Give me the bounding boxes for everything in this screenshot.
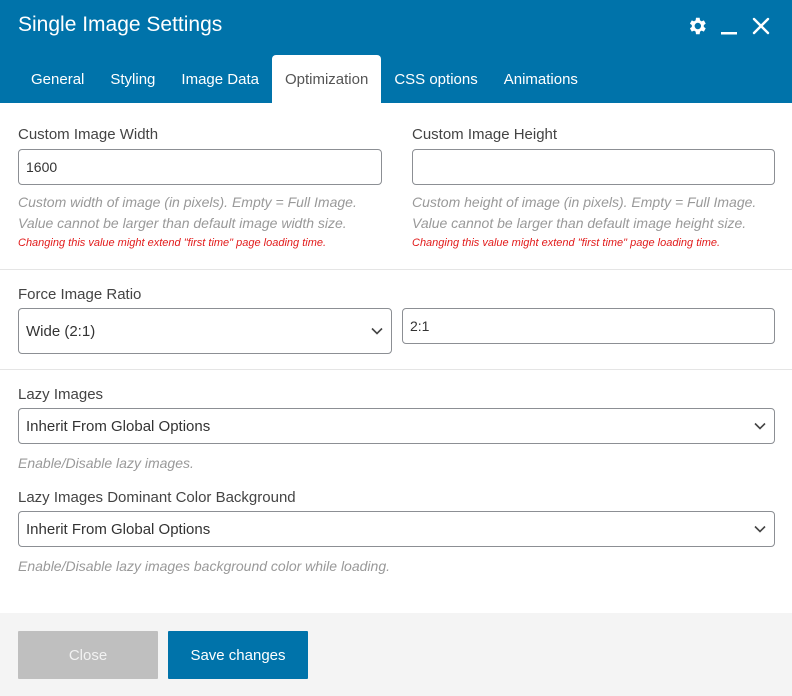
- modal-footer: Close Save changes: [0, 613, 792, 696]
- custom-height-label: Custom Image Height: [412, 126, 558, 143]
- custom-height-warning: Changing this value might extend "first …: [412, 237, 721, 249]
- tab-css-options[interactable]: CSS options: [381, 55, 490, 103]
- force-ratio-label: Force Image Ratio: [18, 286, 142, 303]
- tab-animations[interactable]: Animations: [491, 55, 591, 103]
- chevron-down-icon: [753, 419, 767, 433]
- section-divider: [0, 269, 792, 270]
- chevron-down-icon: [370, 324, 384, 338]
- modal-header: Single Image Settings General Styling Im…: [0, 0, 792, 103]
- custom-width-help-2: Value cannot be larger than default imag…: [18, 215, 347, 231]
- section-divider: [0, 369, 792, 370]
- tab-bar: General Styling Image Data Optimization …: [18, 55, 591, 103]
- chevron-down-icon: [753, 522, 767, 536]
- force-ratio-selected: Wide (2:1): [26, 322, 96, 340]
- tab-general[interactable]: General: [18, 55, 97, 103]
- save-changes-button[interactable]: Save changes: [168, 631, 308, 679]
- lazy-images-label: Lazy Images: [18, 386, 104, 403]
- gear-icon[interactable]: [686, 15, 708, 37]
- close-button[interactable]: Close: [18, 631, 158, 679]
- lazy-dominant-select[interactable]: Inherit From Global Options: [18, 511, 775, 547]
- custom-height-help-1: Custom height of image (in pixels). Empt…: [412, 194, 757, 210]
- custom-height-input[interactable]: [412, 149, 775, 185]
- lazy-images-select[interactable]: Inherit From Global Options: [18, 408, 775, 444]
- tab-styling[interactable]: Styling: [97, 55, 168, 103]
- custom-height-help-2: Value cannot be larger than default imag…: [412, 215, 747, 231]
- force-ratio-select[interactable]: Wide (2:1): [18, 308, 392, 354]
- custom-width-input[interactable]: 1600: [18, 149, 382, 185]
- header-icons: [686, 15, 772, 37]
- tab-image-data[interactable]: Image Data: [168, 55, 272, 103]
- lazy-dominant-selected: Inherit From Global Options: [26, 520, 211, 538]
- lazy-dominant-help: Enable/Disable lazy images background co…: [18, 558, 390, 574]
- custom-width-label: Custom Image Width: [18, 126, 159, 143]
- tab-optimization[interactable]: Optimization: [271, 55, 382, 103]
- modal-title: Single Image Settings: [18, 13, 223, 36]
- lazy-images-help: Enable/Disable lazy images.: [18, 455, 194, 471]
- custom-width-warning: Changing this value might extend "first …: [18, 237, 327, 249]
- custom-width-help-1: Custom width of image (in pixels). Empty…: [18, 194, 357, 210]
- minimize-icon[interactable]: [718, 15, 740, 37]
- lazy-images-selected: Inherit From Global Options: [26, 417, 211, 435]
- force-ratio-custom-input[interactable]: 2:1: [402, 308, 775, 344]
- close-icon[interactable]: [750, 15, 772, 37]
- lazy-dominant-label: Lazy Images Dominant Color Background: [18, 489, 296, 506]
